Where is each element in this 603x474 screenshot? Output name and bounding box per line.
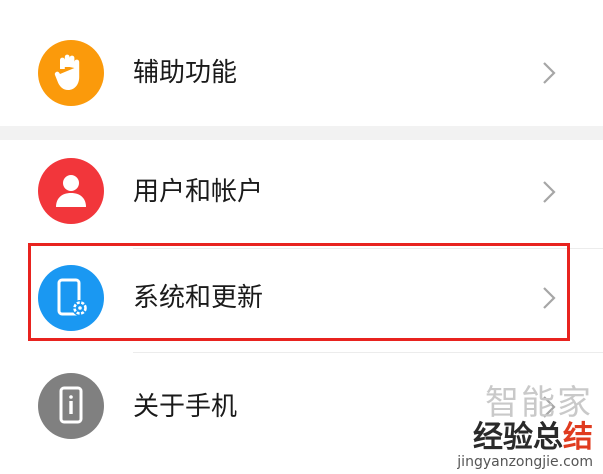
divider (133, 352, 603, 353)
watermark-url: jingyanzongjie.com (457, 454, 593, 470)
settings-item-system-updates[interactable]: 系统和更新 (0, 250, 603, 348)
settings-item-accessibility[interactable]: 辅助功能 (0, 30, 603, 120)
divider (133, 248, 603, 249)
chevron-right-icon (543, 62, 556, 84)
settings-item-users-accounts[interactable]: 用户和帐户 (0, 140, 603, 240)
item-label-users-accounts: 用户和帐户 (133, 177, 264, 207)
group-separator (0, 126, 603, 140)
item-label-system-updates: 系统和更新 (133, 283, 264, 313)
phone-settings-icon (38, 265, 104, 331)
settings-item-about-phone[interactable]: 关于手机 (0, 356, 603, 456)
chevron-right-icon (543, 181, 556, 203)
item-label-about-phone: 关于手机 (133, 392, 238, 422)
chevron-right-icon (543, 287, 556, 309)
item-label-accessibility: 辅助功能 (133, 58, 238, 88)
hand-icon (38, 40, 104, 106)
user-icon (38, 158, 104, 224)
chevron-right-icon (543, 396, 556, 418)
phone-info-icon (38, 373, 104, 439)
